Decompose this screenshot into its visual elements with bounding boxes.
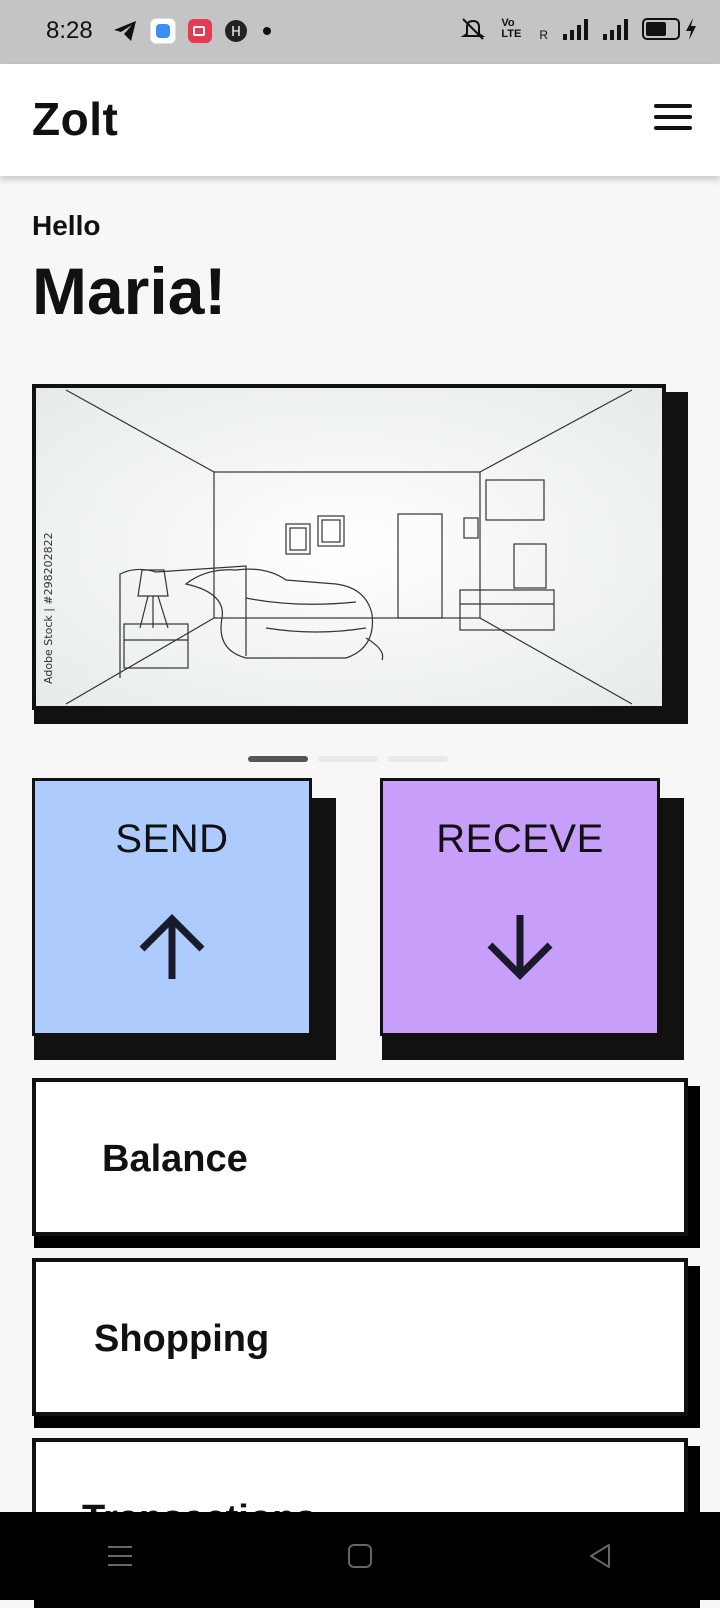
telegram-icon <box>114 21 136 41</box>
greeting-name: Maria! <box>32 254 227 328</box>
carousel-indicators <box>248 756 448 762</box>
signal-icon <box>563 19 588 40</box>
signal-icon <box>603 19 628 40</box>
send-card[interactable]: SEND <box>32 778 312 1036</box>
system-nav-bar <box>0 1512 720 1600</box>
home-icon[interactable] <box>330 1526 390 1586</box>
notification-dot-icon <box>263 27 271 35</box>
brand-logo: Zolt <box>32 93 119 145</box>
back-icon[interactable] <box>570 1526 630 1586</box>
carousel-dot[interactable] <box>318 756 378 762</box>
carousel-dot[interactable] <box>388 756 448 762</box>
battery-charging-icon <box>642 17 698 41</box>
hamburger-icon[interactable] <box>654 104 692 134</box>
list-item-label: Shopping <box>94 1318 270 1360</box>
screen-record-icon <box>188 19 212 43</box>
bedroom-sketch-image: Adobe Stock | #298202822 <box>36 388 662 706</box>
image-carousel[interactable]: Adobe Stock | #298202822 <box>32 384 688 724</box>
app-icon-dark: H <box>225 20 247 42</box>
svg-text:H: H <box>231 25 241 40</box>
arrow-down-icon <box>487 915 553 980</box>
receive-button[interactable]: RECEVE <box>380 778 686 1060</box>
status-icons-left: H <box>112 18 274 44</box>
list-card[interactable]: Balance <box>32 1078 688 1236</box>
receive-card[interactable]: RECEVE <box>380 778 660 1036</box>
app-icon-blue <box>150 18 176 44</box>
list-card[interactable]: Shopping <box>32 1258 688 1416</box>
send-label: SEND <box>115 817 229 861</box>
image-caption: Adobe Stock | #298202822 <box>42 532 55 684</box>
mute-icon <box>461 18 486 40</box>
menu-icon[interactable] <box>90 1526 150 1586</box>
greeting-hello: Hello <box>32 210 101 241</box>
roaming-label: R <box>539 28 548 42</box>
status-icons-right: Vo LTE R <box>459 16 698 42</box>
app-header: Zolt <box>0 64 720 176</box>
list-item-shopping[interactable]: Shopping <box>32 1258 700 1428</box>
volte-icon: Vo LTE <box>501 17 522 40</box>
status-time: 8:28 <box>46 17 93 44</box>
list-item-label: Balance <box>102 1138 248 1180</box>
send-button[interactable]: SEND <box>32 778 338 1060</box>
arrow-up-icon <box>139 914 205 979</box>
carousel-dot-active[interactable] <box>248 756 308 762</box>
status-bar: 8:28 H Vo LTE R <box>0 0 720 64</box>
list-item-balance[interactable]: Balance <box>32 1078 700 1248</box>
receive-label: RECEVE <box>436 817 604 861</box>
carousel-slide[interactable]: Adobe Stock | #298202822 <box>32 384 666 710</box>
